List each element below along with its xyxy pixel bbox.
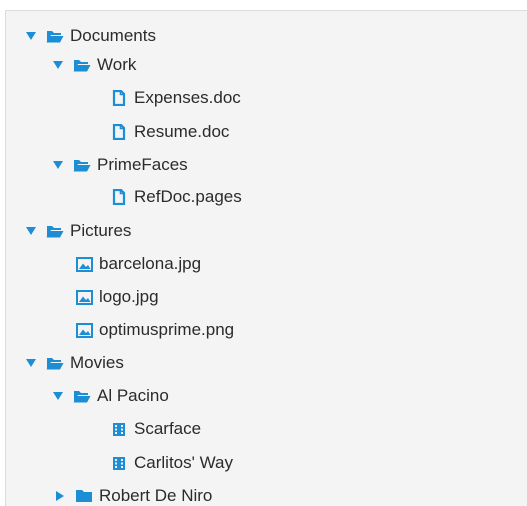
expand-toggle-robertdeniro[interactable] xyxy=(53,489,67,503)
image-icon xyxy=(75,256,93,272)
tree-node-label: Scarface xyxy=(134,419,202,438)
tree: Documents Work Expenses.doc Resume.doc P… xyxy=(6,11,527,506)
document-icon xyxy=(110,189,128,205)
folder-open-icon xyxy=(46,28,64,44)
triangle-down-icon xyxy=(26,227,36,235)
tree-node-alpacino[interactable]: Al Pacino xyxy=(51,381,169,411)
film-icon xyxy=(110,421,128,437)
tree-node-label: Carlitos' Way xyxy=(134,453,233,472)
triangle-down-icon xyxy=(26,32,36,40)
expand-toggle-alpacino[interactable] xyxy=(51,389,65,403)
folder-closed-icon xyxy=(75,488,93,504)
tree-panel: Documents Work Expenses.doc Resume.doc P… xyxy=(5,10,527,506)
tree-node-label: barcelona.jpg xyxy=(99,254,202,273)
triangle-down-icon xyxy=(53,61,63,69)
expand-toggle-primefaces[interactable] xyxy=(51,158,65,172)
tree-node-resume[interactable]: Resume.doc xyxy=(110,117,229,147)
tree-node-label: Al Pacino xyxy=(97,386,169,405)
tree-node-label: PrimeFaces xyxy=(97,155,188,174)
tree-node-documents[interactable]: Documents xyxy=(24,21,156,51)
triangle-down-icon xyxy=(53,392,63,400)
tree-node-movies[interactable]: Movies xyxy=(24,348,124,378)
folder-open-icon xyxy=(73,157,91,173)
triangle-down-icon xyxy=(26,359,36,367)
tree-node-label: logo.jpg xyxy=(99,287,159,306)
triangle-right-icon xyxy=(56,491,64,501)
image-icon xyxy=(75,322,93,338)
tree-node-refdoc[interactable]: RefDoc.pages xyxy=(110,182,242,212)
expand-toggle-pictures[interactable] xyxy=(24,224,38,238)
tree-node-label: RefDoc.pages xyxy=(134,187,242,206)
tree-node-logo[interactable]: logo.jpg xyxy=(75,282,159,312)
document-icon xyxy=(110,124,128,140)
image-icon xyxy=(75,289,93,305)
tree-node-robertdeniro[interactable]: Robert De Niro xyxy=(53,481,212,506)
expand-toggle-documents[interactable] xyxy=(24,29,38,43)
tree-node-label: Robert De Niro xyxy=(99,486,213,505)
tree-node-label: Expenses.doc xyxy=(134,88,241,107)
folder-open-icon xyxy=(46,355,64,371)
tree-node-label: optimusprime.png xyxy=(99,320,235,339)
expand-toggle-movies[interactable] xyxy=(24,356,38,370)
tree-node-label: Documents xyxy=(70,26,156,45)
tree-node-barcelona[interactable]: barcelona.jpg xyxy=(75,249,201,279)
folder-open-icon xyxy=(73,57,91,73)
tree-node-primefaces[interactable]: PrimeFaces xyxy=(51,150,188,180)
folder-open-icon xyxy=(46,223,64,239)
folder-open-icon xyxy=(73,388,91,404)
tree-node-label: Movies xyxy=(70,353,124,372)
triangle-down-icon xyxy=(53,161,63,169)
film-icon xyxy=(110,455,128,471)
tree-node-expenses[interactable]: Expenses.doc xyxy=(110,83,241,113)
document-icon xyxy=(110,90,128,106)
tree-node-label: Resume.doc xyxy=(134,122,230,141)
tree-node-carlitos[interactable]: Carlitos' Way xyxy=(110,448,233,478)
tree-node-work[interactable]: Work xyxy=(51,50,136,80)
tree-node-pictures[interactable]: Pictures xyxy=(24,216,131,246)
tree-node-label: Work xyxy=(97,55,137,74)
tree-node-label: Pictures xyxy=(70,221,132,240)
tree-node-optimusprime[interactable]: optimusprime.png xyxy=(75,315,234,345)
expand-toggle-work[interactable] xyxy=(51,58,65,72)
tree-node-scarface[interactable]: Scarface xyxy=(110,414,201,444)
